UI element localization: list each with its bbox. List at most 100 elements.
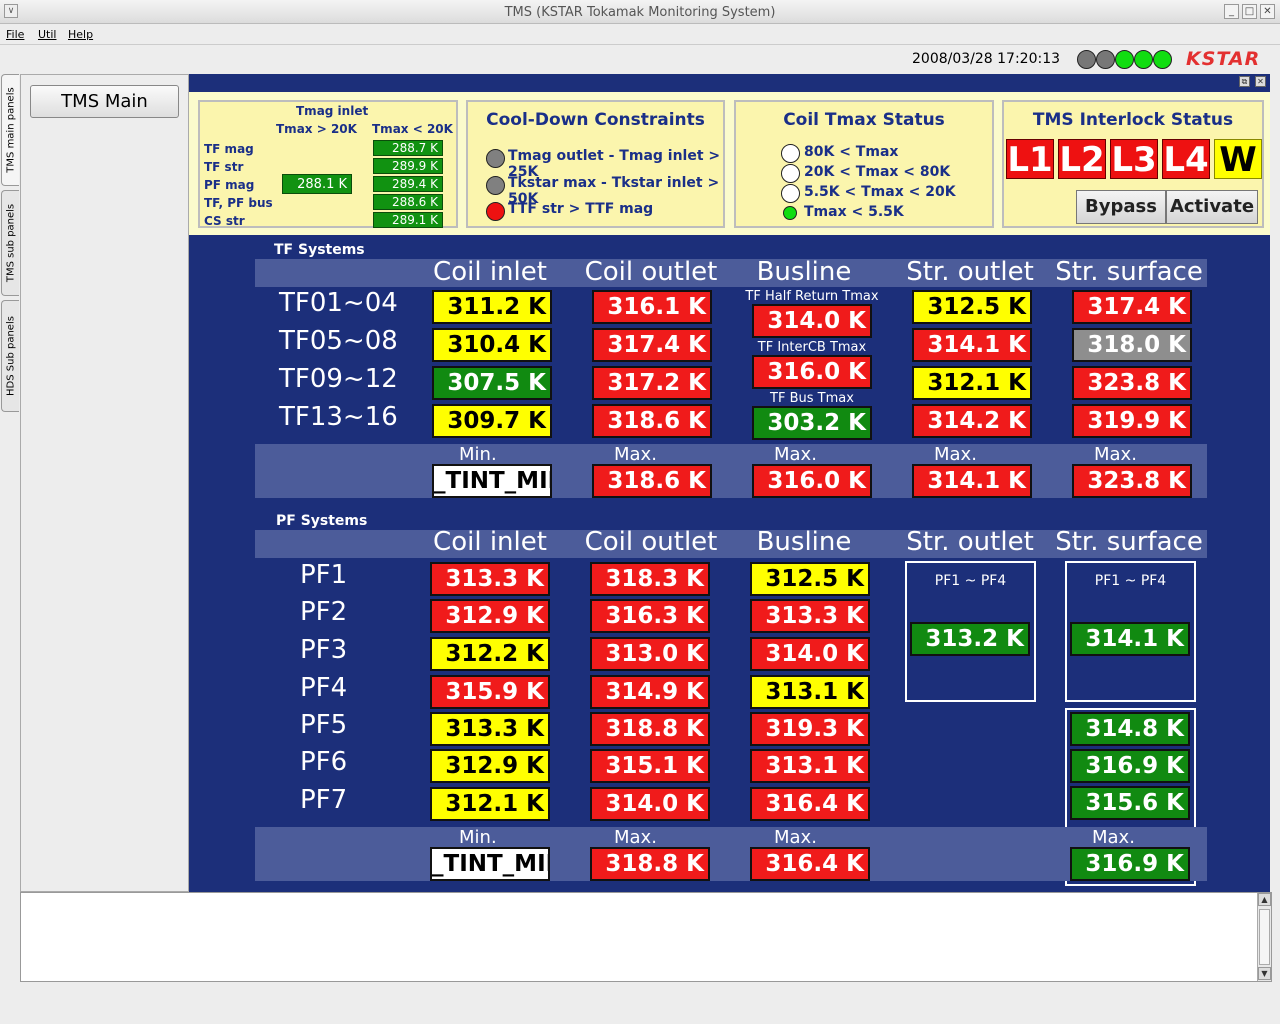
pf-coil-inlet-value: 312.2 K xyxy=(430,637,550,671)
tf-row-label: TF05~08 xyxy=(279,326,398,356)
tf-str-surface-max: 323.8 K xyxy=(1072,464,1192,498)
tf-row-label: TF13~16 xyxy=(279,402,398,432)
tf-coil-outlet-value: 316.1 K xyxy=(592,290,712,324)
pf-col-header: Busline xyxy=(756,527,852,557)
tmag-row-label: TF mag xyxy=(204,142,254,156)
status-lamp-icon xyxy=(1153,50,1172,69)
tmag-title: Tmag inlet xyxy=(296,104,369,118)
interlock-level-l2: L2 xyxy=(1058,139,1106,180)
tmag-col1-label: Tmax > 20K xyxy=(276,122,357,136)
pf-coil-outlet-value: 318.3 K xyxy=(590,562,710,596)
pf-coil-outlet-value: 315.1 K xyxy=(590,749,710,783)
tmag-row-label: TF, PF bus xyxy=(204,196,273,210)
pf-busline-value: 316.4 K xyxy=(750,787,870,821)
pf-coil-inlet-min: _TINT_MIN xyxy=(430,847,550,881)
interlock-level-l4: L4 xyxy=(1162,139,1210,180)
pf-busline-value: 313.3 K xyxy=(750,599,870,633)
kstar-logo: KSTAR xyxy=(1186,48,1261,70)
scroll-thumb[interactable] xyxy=(1259,909,1270,965)
tf-coil-inlet-value: 310.4 K xyxy=(432,328,552,362)
tf-col-header: Coil inlet xyxy=(433,257,547,287)
tab-tms-sub-panels[interactable]: TMS sub panels xyxy=(1,190,19,296)
tf-busline-value: 314.0 K xyxy=(752,304,872,338)
bypass-button[interactable]: Bypass xyxy=(1076,190,1166,224)
pf-col-header: Coil inlet xyxy=(433,527,547,557)
cooldown-title: Cool-Down Constraints xyxy=(486,110,705,130)
pf-row-label: PF5 xyxy=(300,710,348,740)
status-strip: 2008/03/28 17:20:13 KSTAR xyxy=(0,46,1280,72)
tms-main-button[interactable]: TMS Main xyxy=(30,85,179,118)
tmag-right-value: 289.9 K xyxy=(373,158,443,174)
pf-busline-max: 316.4 K xyxy=(750,847,870,881)
menu-bar: File Util Help xyxy=(0,25,1280,45)
interlock-box: TMS Interlock Status L1 L2 L3 L4 W Bypass Ac… xyxy=(1002,100,1264,228)
menu-util[interactable]: Util xyxy=(38,28,56,41)
tf-str-surface-value: 317.4 K xyxy=(1072,290,1192,324)
tf-coil-inlet-min: _TINT_MIN xyxy=(432,464,552,498)
pf-max-label: Max. xyxy=(1092,827,1135,848)
status-text: 80K < Tmax xyxy=(804,144,899,160)
datetime-display: 2008/03/28 17:20:13 xyxy=(912,51,1061,67)
tmag-row-label: PF mag xyxy=(204,178,255,192)
close-button[interactable]: ✕ xyxy=(1260,4,1275,19)
tmag-right-value: 289.1 K xyxy=(373,212,443,228)
tf-busline-label: TF InterCB Tmax xyxy=(757,340,867,355)
tf-coil-inlet-value: 309.7 K xyxy=(432,404,552,438)
tf-coil-outlet-value: 317.2 K xyxy=(592,366,712,400)
pf-busline-value: 314.0 K xyxy=(750,637,870,671)
pf-coil-inlet-value: 312.9 K xyxy=(430,599,550,633)
tab-tms-main-panels[interactable]: TMS main panels xyxy=(1,74,19,186)
pf-str-outlet-value: 313.2 K xyxy=(910,622,1030,656)
tf-busline-value: 303.2 K xyxy=(752,406,872,440)
pf-min-label: Min. xyxy=(459,827,497,848)
title-bar: ∨ TMS (KSTAR Tokamak Monitoring System) … xyxy=(0,0,1280,24)
interlock-level-w: W xyxy=(1214,139,1262,180)
summary-row: Tmag inlet Tmax > 20K Tmax < 20K TF mag T… xyxy=(189,92,1270,235)
pf-max-label: Max. xyxy=(614,827,657,848)
pf-coil-inlet-value: 315.9 K xyxy=(430,675,550,709)
pf-str-surface-row-value: 316.9 K xyxy=(1070,749,1190,783)
status-indicator-icon xyxy=(783,206,797,220)
tf-str-surface-value: 318.0 K xyxy=(1072,328,1192,362)
tf-coil-outlet-max: 318.6 K xyxy=(592,464,712,498)
status-indicator-icon xyxy=(781,164,800,183)
tab-label: TMS sub panels xyxy=(5,203,16,283)
pf-str-surface-value: 314.1 K xyxy=(1070,622,1190,656)
pf-busline-value: 313.1 K xyxy=(750,675,870,709)
coil-tmax-box: Coil Tmax Status 80K < Tmax 20K < Tmax < … xyxy=(734,100,994,228)
tmag-right-value: 289.4 K xyxy=(373,176,443,192)
tf-col-header: Str. outlet xyxy=(906,257,1034,287)
coil-tmax-title: Coil Tmax Status xyxy=(783,110,945,130)
tf-busline-max: 316.0 K xyxy=(752,464,872,498)
pf-busline-value: 312.5 K xyxy=(750,562,870,596)
main-panel: ⧉ ✕ Tmag inlet Tmax > 20K Tmax < 20K TF … xyxy=(189,74,1270,892)
tf-coil-inlet-value: 307.5 K xyxy=(432,366,552,400)
tf-str-outlet-value: 312.5 K xyxy=(912,290,1032,324)
tf-str-outlet-value: 312.1 K xyxy=(912,366,1032,400)
message-scrollbar[interactable]: ▲ ▼ xyxy=(1257,893,1271,981)
status-lamp-icon xyxy=(1134,50,1153,69)
panel-close-icon[interactable]: ✕ xyxy=(1255,76,1266,87)
minimize-button[interactable]: _ xyxy=(1224,4,1239,19)
maximize-button[interactable]: □ xyxy=(1242,4,1257,19)
tf-str-outlet-value: 314.2 K xyxy=(912,404,1032,438)
message-area[interactable]: ▲ ▼ xyxy=(20,892,1272,982)
tf-row-label: TF01~04 xyxy=(279,288,398,318)
tab-hds-sub-panels[interactable]: HDS Sub panels xyxy=(1,300,19,412)
tf-max-label: Max. xyxy=(1094,444,1137,465)
status-text: 5.5K < Tmax < 20K xyxy=(804,184,956,200)
pf-busline-value: 319.3 K xyxy=(750,712,870,746)
interlock-title: TMS Interlock Status xyxy=(1032,110,1234,130)
scroll-up-icon[interactable]: ▲ xyxy=(1258,893,1271,906)
constraint-text: TTF str > TTF mag xyxy=(508,201,654,217)
pf-row-label: PF3 xyxy=(300,635,348,665)
menu-help[interactable]: Help xyxy=(68,28,93,41)
tab-label: TMS main panels xyxy=(5,87,16,173)
menu-file[interactable]: File xyxy=(6,28,24,41)
status-text: Tmax < 5.5K xyxy=(804,204,904,220)
float-icon[interactable]: ⧉ xyxy=(1239,76,1250,87)
scroll-down-icon[interactable]: ▼ xyxy=(1258,967,1271,980)
nav-panel: TMS Main xyxy=(20,74,189,892)
activate-button[interactable]: Activate xyxy=(1166,190,1258,224)
pf-str-surface-max: 316.9 K xyxy=(1070,847,1190,881)
